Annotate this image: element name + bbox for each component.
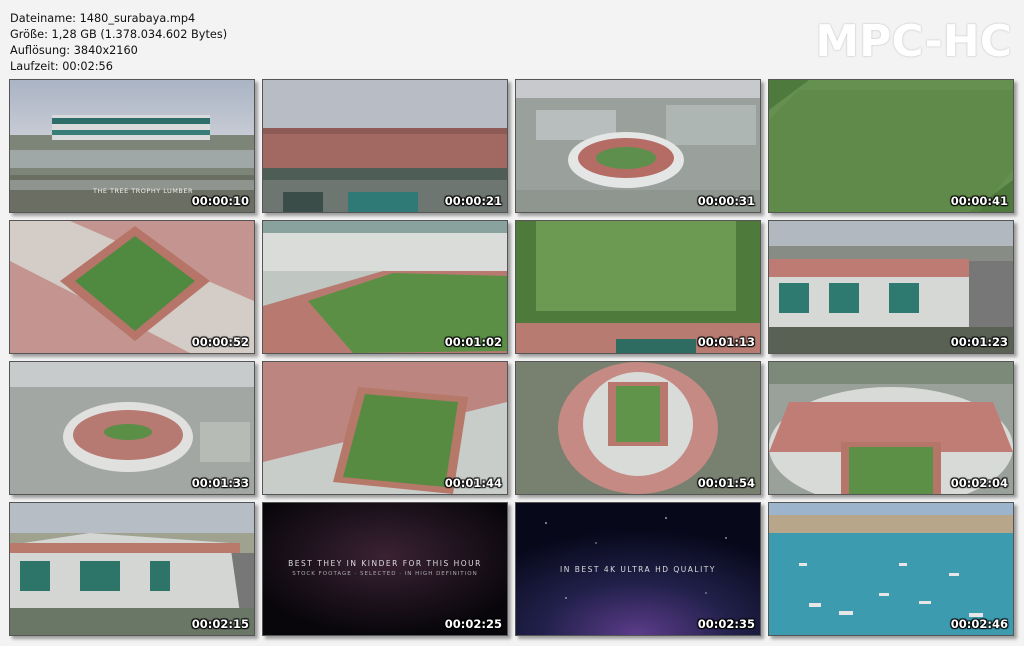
thumbnail-5[interactable]: 00:00:52 bbox=[9, 220, 255, 354]
thumbnail-14[interactable]: BEST THEY IN KINDER FOR THIS HOUR STOCK … bbox=[262, 502, 508, 636]
timestamp-label: 00:02:04 bbox=[950, 476, 1008, 490]
stadium-aerial-image bbox=[10, 362, 254, 494]
thumbnail-13[interactable]: 00:02:15 bbox=[9, 502, 255, 636]
filename-text: Dateiname: 1480_surabaya.mp4 bbox=[10, 12, 196, 25]
thumbnail-9[interactable]: 00:01:33 bbox=[9, 361, 255, 495]
harbor-boats-image bbox=[769, 503, 1013, 635]
timestamp-label: 00:02:35 bbox=[697, 617, 755, 631]
thumbnail-10[interactable]: 00:01:44 bbox=[262, 361, 508, 495]
stadium-bowl-image bbox=[10, 221, 254, 353]
timestamp-label: 00:00:10 bbox=[191, 194, 249, 208]
timestamp-label: 00:02:25 bbox=[444, 617, 502, 631]
timestamp-label: 00:02:15 bbox=[191, 617, 249, 631]
thumbnail-4[interactable]: 00:00:41 bbox=[768, 79, 1014, 213]
file-info-panel: Dateiname: 1480_surabaya.mp4 Größe: 1,28… bbox=[10, 11, 227, 75]
timestamp-label: 00:01:23 bbox=[950, 335, 1008, 349]
title-card-image bbox=[263, 503, 507, 635]
timestamp-label: 00:01:02 bbox=[444, 335, 502, 349]
thumbnail-7[interactable]: 00:01:13 bbox=[515, 220, 761, 354]
stadium-facade-image bbox=[10, 503, 254, 635]
title-card-subtext: STOCK FOOTAGE · SELECTED · IN HIGH DEFIN… bbox=[292, 571, 478, 577]
timestamp-label: 00:00:21 bbox=[444, 194, 502, 208]
timestamp-label: 00:00:41 bbox=[950, 194, 1008, 208]
thumbnail-8[interactable]: 00:01:23 bbox=[768, 220, 1014, 354]
thumbnail-15[interactable]: IN BEST 4K ULTRA HD QUALITY 00:02:35 bbox=[515, 502, 761, 636]
stadium-aerial-image bbox=[516, 80, 760, 212]
thumbnail-6[interactable]: 00:01:02 bbox=[262, 220, 508, 354]
thumbnail-1[interactable]: THE TREE TROPHY LUMBER 00:00:10 bbox=[9, 79, 255, 213]
title-card-text: BEST THEY IN KINDER FOR THIS HOUR bbox=[288, 559, 482, 568]
stadium-stands-image bbox=[263, 221, 507, 353]
timestamp-label: 00:00:31 bbox=[697, 194, 755, 208]
thumbnail-11[interactable]: 00:01:54 bbox=[515, 361, 761, 495]
mpc-hc-logo: MPC-HC bbox=[815, 16, 1012, 67]
timestamp-label: 00:01:33 bbox=[191, 476, 249, 490]
football-pitch-image bbox=[516, 221, 760, 353]
duration-text: Laufzeit: 00:02:56 bbox=[10, 60, 113, 73]
timestamp-label: 00:01:13 bbox=[697, 335, 755, 349]
stadium-roof-image bbox=[263, 80, 507, 212]
thumbnail-3[interactable]: 00:00:31 bbox=[515, 79, 761, 213]
football-pitch-image bbox=[769, 80, 1013, 212]
thumbnail-2[interactable]: 00:00:21 bbox=[262, 79, 508, 213]
stadium-bowl-image bbox=[263, 362, 507, 494]
filesize-text: Größe: 1,28 GB (1.378.034.602 Bytes) bbox=[10, 28, 228, 41]
timestamp-label: 00:01:54 bbox=[697, 476, 755, 490]
thumbnail-16[interactable]: 00:02:46 bbox=[768, 502, 1014, 636]
timestamp-label: 00:02:46 bbox=[950, 617, 1008, 631]
title-card-text: IN BEST 4K ULTRA HD QUALITY bbox=[560, 565, 716, 574]
stadium-top-down-image bbox=[516, 362, 760, 494]
stadium-interior-image bbox=[769, 362, 1013, 494]
timestamp-label: 00:01:44 bbox=[444, 476, 502, 490]
timestamp-label: 00:00:52 bbox=[191, 335, 249, 349]
thumbnail-12[interactable]: 00:02:04 bbox=[768, 361, 1014, 495]
thumbnail-caption: THE TREE TROPHY LUMBER bbox=[93, 187, 193, 195]
resolution-text: Auflösung: 3840x2160 bbox=[10, 44, 138, 57]
stadium-facade-image bbox=[769, 221, 1013, 353]
